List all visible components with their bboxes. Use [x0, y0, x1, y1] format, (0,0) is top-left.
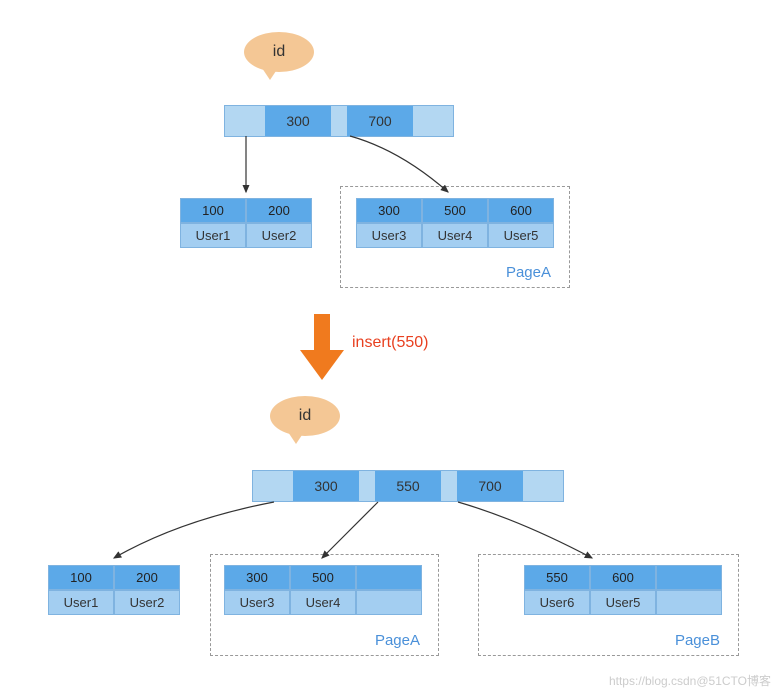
leaf-key-0: 100: [180, 198, 246, 223]
leaf-val-0: User1: [180, 223, 246, 248]
leaf-val-2: [356, 590, 422, 615]
leaf-left-after: 100 200 User1 User2: [48, 565, 180, 615]
insert-label: insert(550): [352, 334, 428, 352]
leaf-val-2: User5: [488, 223, 554, 248]
leaf-data-row: User1 User2: [48, 590, 180, 615]
leaf-header-row: 100 200: [180, 198, 312, 223]
bubble-id-after: id: [270, 396, 340, 436]
insert-arrow-icon: [300, 314, 344, 384]
root-key-1: 700: [347, 106, 413, 136]
root-slot-3: [523, 471, 563, 501]
leaf-key-0: 550: [524, 565, 590, 590]
root-key-2: 700: [457, 471, 523, 501]
leaf-header-row: 300 500: [224, 565, 422, 590]
root-slot-mid: [331, 106, 347, 136]
root-slot-end: [413, 106, 453, 136]
leaf-data-row: User3 User4: [224, 590, 422, 615]
leaf-val-2: [656, 590, 722, 615]
bubble-label-after: id: [299, 407, 311, 425]
bubble-id-before: id: [244, 32, 314, 72]
leaf-header-row: 300 500 600: [356, 198, 554, 223]
root-slot-0: [253, 471, 293, 501]
leaf-val-0: User6: [524, 590, 590, 615]
leaf-key-1: 600: [590, 565, 656, 590]
leaf-key-0: 300: [356, 198, 422, 223]
leaf-key-1: 200: [114, 565, 180, 590]
leaf-page-b-after: 550 600 User6 User5: [524, 565, 722, 615]
leaf-val-0: User3: [356, 223, 422, 248]
leaf-key-1: 200: [246, 198, 312, 223]
page-a-label-after: PageA: [375, 632, 420, 649]
leaf-header-row: 550 600: [524, 565, 722, 590]
root-key-1: 550: [375, 471, 441, 501]
leaf-page-a-before: 300 500 600 User3 User4 User5: [356, 198, 554, 248]
bubble-label: id: [273, 43, 285, 61]
page-a-label-before: PageA: [506, 264, 551, 281]
root-slot-1: [359, 471, 375, 501]
root-slot-empty: [225, 106, 265, 136]
root-node-after: 300 550 700: [252, 470, 564, 502]
leaf-val-0: User3: [224, 590, 290, 615]
leaf-page-a-after: 300 500 User3 User4: [224, 565, 422, 615]
leaf-header-row: 100 200: [48, 565, 180, 590]
leaf-left-before: 100 200 User1 User2: [180, 198, 312, 248]
leaf-data-row: User3 User4 User5: [356, 223, 554, 248]
leaf-val-0: User1: [48, 590, 114, 615]
page-b-label-after: PageB: [675, 632, 720, 649]
leaf-val-1: User4: [422, 223, 488, 248]
leaf-val-1: User2: [246, 223, 312, 248]
leaf-key-2: [356, 565, 422, 590]
watermark-text: https://blog.csdn@51CTO博客: [609, 672, 771, 689]
leaf-key-2: 600: [488, 198, 554, 223]
leaf-data-row: User6 User5: [524, 590, 722, 615]
leaf-key-1: 500: [422, 198, 488, 223]
leaf-val-1: User4: [290, 590, 356, 615]
leaf-val-1: User5: [590, 590, 656, 615]
leaf-key-2: [656, 565, 722, 590]
root-slot-2: [441, 471, 457, 501]
leaf-val-1: User2: [114, 590, 180, 615]
leaf-key-0: 300: [224, 565, 290, 590]
leaf-data-row: User1 User2: [180, 223, 312, 248]
leaf-key-0: 100: [48, 565, 114, 590]
root-key-0: 300: [293, 471, 359, 501]
root-key-0: 300: [265, 106, 331, 136]
root-node-before: 300 700: [224, 105, 454, 137]
leaf-key-1: 500: [290, 565, 356, 590]
